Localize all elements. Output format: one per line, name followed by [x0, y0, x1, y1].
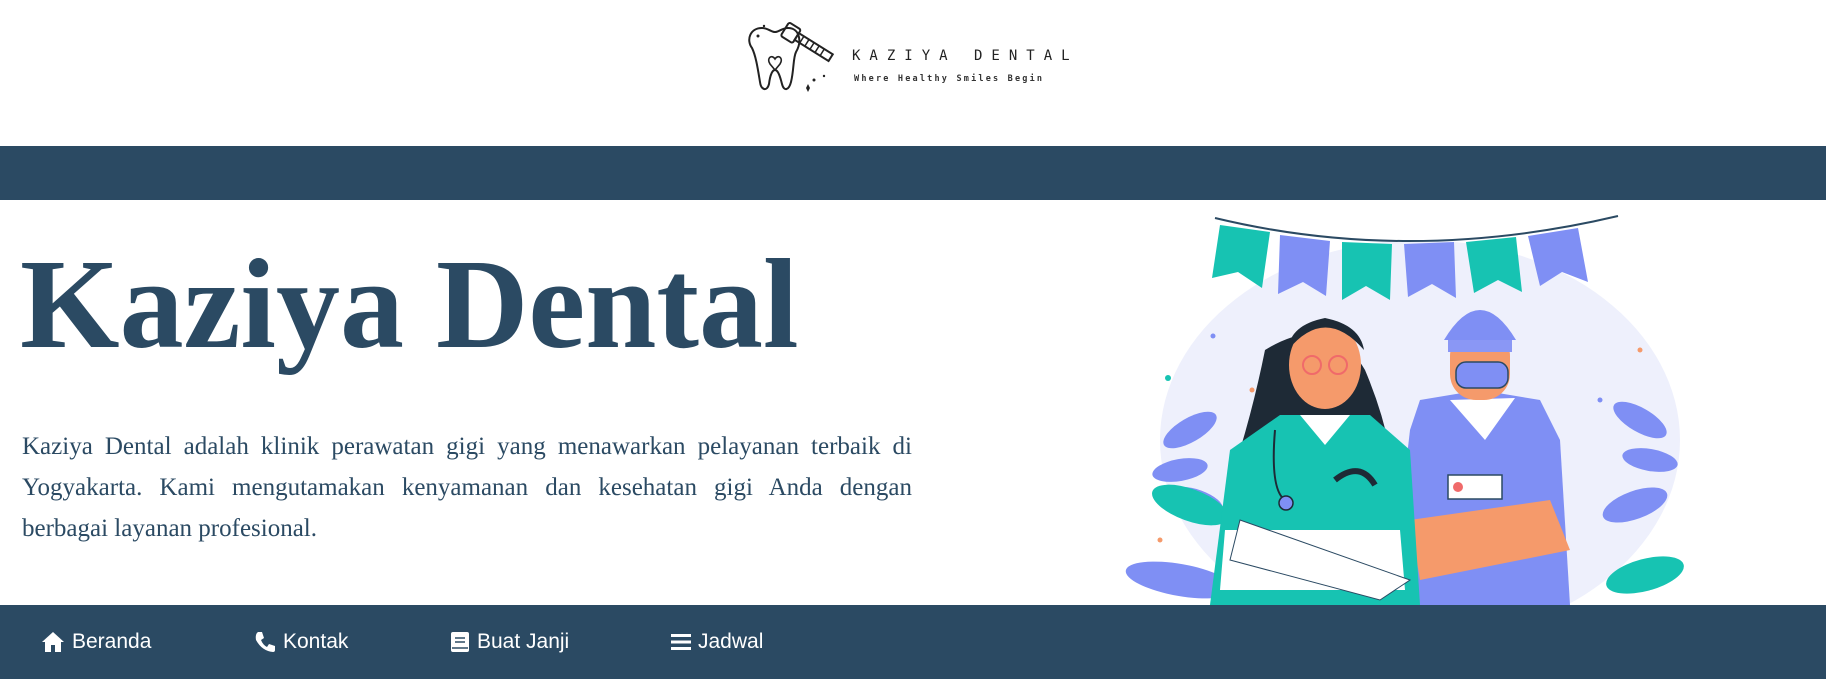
- logo-name: KAZIYA DENTAL: [852, 48, 1079, 64]
- nav-item-kontak[interactable]: Kontak: [253, 605, 348, 679]
- site-header: KAZIYA DENTAL Where Healthy Smiles Begin: [0, 0, 1826, 146]
- bottom-navbar: Beranda Kontak Buat Janji Jadwal: [0, 605, 1826, 679]
- logo-tagline: Where Healthy Smiles Begin: [854, 74, 1045, 84]
- nav-item-label: Kontak: [283, 630, 349, 653]
- nav-item-buat-janji[interactable]: Buat Janji: [449, 605, 569, 679]
- nav-item-label: Beranda: [72, 630, 152, 653]
- dentists-illustration: [1125, 215, 1684, 605]
- hero-title: Kaziya Dental: [20, 233, 799, 375]
- menu-icon: [671, 634, 691, 650]
- tooth-drill-logo-icon: [748, 22, 835, 92]
- brand-logo[interactable]: KAZIYA DENTAL Where Healthy Smiles Begin: [742, 18, 1072, 104]
- phone-icon: [255, 632, 275, 652]
- nav-item-beranda[interactable]: Beranda: [40, 605, 151, 679]
- book-icon: [451, 632, 469, 652]
- hero-description: Kaziya Dental adalah klinik perawatan gi…: [22, 433, 912, 542]
- nav-item-label: Buat Janji: [477, 630, 570, 653]
- nav-item-jadwal[interactable]: Jadwal: [670, 605, 763, 679]
- home-icon: [42, 632, 64, 652]
- top-bar: [0, 146, 1826, 200]
- hero-section: Kaziya Dental Kaziya Dental adalah klini…: [0, 200, 1826, 605]
- nav-item-label: Jadwal: [698, 630, 764, 653]
